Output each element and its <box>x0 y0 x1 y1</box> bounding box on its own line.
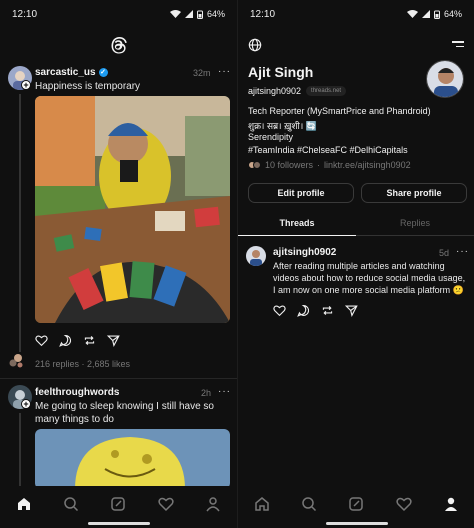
post-username[interactable]: sarcastic_us ✓ <box>35 67 108 78</box>
profile-avatar[interactable] <box>426 60 464 98</box>
search-icon[interactable] <box>63 496 79 512</box>
home-icon[interactable] <box>16 496 32 512</box>
follow-plus-icon[interactable]: + <box>21 80 31 90</box>
profile-handle: ajitsingh0902 <box>248 86 302 96</box>
home-indicator[interactable] <box>88 522 150 525</box>
signal-icon <box>421 10 430 18</box>
share-profile-button[interactable]: Share profile <box>361 183 467 203</box>
home-icon[interactable] <box>254 496 270 512</box>
globe-icon[interactable] <box>248 38 262 52</box>
feed-post: + feelthroughwords 2h ··· Me going to sl… <box>0 378 237 493</box>
comment-icon[interactable] <box>59 334 72 347</box>
post-time: 32m <box>193 68 211 78</box>
more-options-icon[interactable]: ··· <box>218 66 231 77</box>
tab-replies[interactable]: Replies <box>356 212 474 236</box>
profile-screen: 12:10 64% Ajit Singh ajitsingh0902 threa… <box>237 0 474 528</box>
verified-badge-icon: ✓ <box>98 67 108 77</box>
heart-icon[interactable] <box>273 304 286 317</box>
post-username[interactable]: feelthroughwords <box>35 387 119 398</box>
profile-name: Ajit Singh <box>248 64 314 80</box>
menu-icon[interactable] <box>452 41 464 49</box>
thread-line <box>19 94 21 352</box>
post-text: Me going to sleep knowing I still have s… <box>35 401 214 425</box>
bio-line: #TeamIndia #ChelseaFC #DelhiCapitals <box>248 145 408 155</box>
replier-avatars-icon <box>9 354 23 368</box>
post-actions <box>35 334 120 347</box>
compose-icon[interactable] <box>348 496 364 512</box>
profile-icon[interactable] <box>205 496 221 512</box>
home-indicator[interactable] <box>326 522 388 525</box>
profile-handle-row: ajitsingh0902 threads.net <box>248 86 347 96</box>
bio-line: शुक्र। सब्र। ख़ुशी। 🔄 <box>248 121 318 131</box>
post-image[interactable] <box>35 429 230 489</box>
tab-threads[interactable]: Threads <box>238 212 356 236</box>
more-options-icon[interactable]: ··· <box>456 246 469 257</box>
thread-line <box>19 413 21 493</box>
bio-line: Serendipity <box>248 132 294 142</box>
battery-percent: 64% <box>443 9 462 19</box>
search-icon[interactable] <box>301 496 317 512</box>
profile-icon[interactable] <box>443 496 459 512</box>
status-bar: 12:10 64% <box>238 0 474 28</box>
threads-net-badge[interactable]: threads.net <box>306 86 347 96</box>
activity-heart-icon[interactable] <box>158 496 174 512</box>
status-time: 12:10 <box>250 8 276 20</box>
activity-heart-icon[interactable] <box>396 496 412 512</box>
compose-icon[interactable] <box>110 496 126 512</box>
heart-icon[interactable] <box>35 334 48 347</box>
post-username[interactable]: ajitsingh0902 <box>273 247 336 258</box>
post-time: 5d <box>439 248 450 258</box>
post-image[interactable] <box>35 96 230 323</box>
profile-post: ajitsingh0902 5d ··· After reading multi… <box>238 240 474 320</box>
follower-avatars-icon <box>248 161 261 169</box>
post-actions <box>273 304 358 317</box>
repost-icon[interactable] <box>83 334 96 347</box>
battery-icon <box>433 10 440 19</box>
post-time: 2h <box>201 388 212 398</box>
edit-profile-button[interactable]: Edit profile <box>248 183 354 203</box>
bio-line: Tech Reporter (MySmartPrice and Phandroi… <box>248 106 431 116</box>
followers-row: 10 followers · linktr.ee/ajitsingh0902 <box>248 160 411 170</box>
post-stats[interactable]: 216 replies · 2,685 likes <box>35 359 130 369</box>
post-text: Happiness is temporary <box>35 81 141 92</box>
followers-count[interactable]: 10 followers <box>265 160 313 170</box>
status-icons: 64% <box>406 9 462 19</box>
feed-screen: 12:10 64% + sarcastic_us ✓ 32m ··· Happin… <box>0 0 237 528</box>
avatar[interactable] <box>246 246 266 266</box>
post-text: After reading multiple articles and watc… <box>273 261 466 295</box>
repost-icon[interactable] <box>321 304 334 317</box>
profile-link[interactable]: linktr.ee/ajitsingh0902 <box>324 160 411 170</box>
comment-icon[interactable] <box>297 304 310 317</box>
wifi-icon <box>406 10 418 18</box>
feed-post: + sarcastic_us ✓ 32m ··· Happiness is tem… <box>0 0 237 380</box>
more-options-icon[interactable]: ··· <box>218 386 231 397</box>
follow-plus-icon[interactable]: + <box>21 399 31 409</box>
share-icon[interactable] <box>345 304 358 317</box>
share-icon[interactable] <box>107 334 120 347</box>
